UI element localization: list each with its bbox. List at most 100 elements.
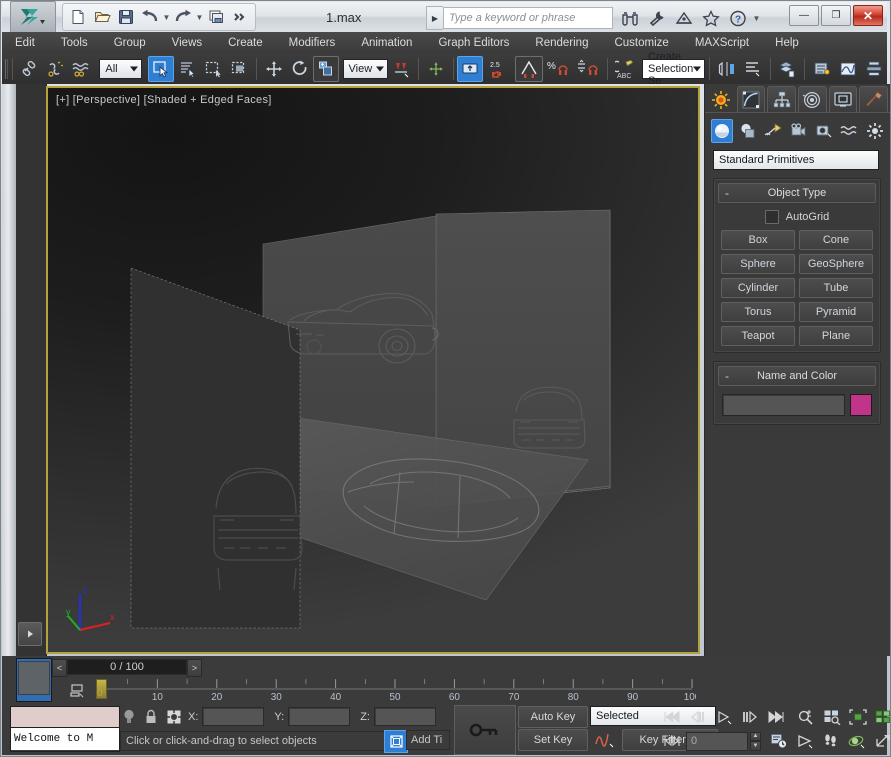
set-key-filters-curve-button[interactable] xyxy=(590,729,620,749)
open-file-button[interactable] xyxy=(91,7,113,27)
space-warps-category-button[interactable] xyxy=(838,119,860,143)
toolbar-grip[interactable] xyxy=(4,57,8,81)
add-time-tag-button[interactable]: Add Ti xyxy=(406,730,450,750)
toggle-scene-explorer-button[interactable] xyxy=(809,56,835,82)
maximize-viewport-toggle-button[interactable] xyxy=(871,730,891,752)
object-type-teapot-button[interactable]: Teapot xyxy=(721,326,795,346)
select-object-button[interactable] xyxy=(148,56,174,82)
close-button[interactable]: ✕ xyxy=(853,5,883,26)
rectangular-selection-region-button[interactable] xyxy=(200,56,226,82)
layer-manager-button[interactable] xyxy=(774,56,800,82)
menu-item-tools[interactable]: Tools xyxy=(48,32,101,54)
orbit-button[interactable] xyxy=(845,730,869,752)
menu-item-rendering[interactable]: Rendering xyxy=(522,32,601,54)
viewport-canvas[interactable]: [+] [Perspective] [Shaded + Edged Faces]… xyxy=(48,88,698,652)
help-dropdown-button[interactable]: ▼ xyxy=(753,8,760,28)
menu-item-create[interactable]: Create xyxy=(215,32,276,54)
maxscript-input-line[interactable] xyxy=(11,707,119,728)
left-scroll-strip[interactable] xyxy=(2,84,17,656)
zoom-extents-button[interactable] xyxy=(846,706,870,728)
angle-snap-toggle-button[interactable]: 2.5 xyxy=(483,56,515,82)
time-configuration-button[interactable] xyxy=(767,730,791,752)
bind-to-space-warp-button[interactable] xyxy=(68,56,94,82)
auto-key-button[interactable]: Auto Key xyxy=(518,706,588,728)
name-and-color-header[interactable]: - Name and Color xyxy=(718,366,876,386)
previous-frame-button[interactable]: < xyxy=(52,659,67,677)
utilities-tab[interactable] xyxy=(859,86,888,112)
select-by-name-button[interactable] xyxy=(174,56,200,82)
redo-dropdown-button[interactable]: ▼ xyxy=(196,7,203,27)
align-button[interactable] xyxy=(740,56,766,82)
hierarchy-tab[interactable] xyxy=(767,86,796,112)
curve-editor-button[interactable] xyxy=(835,56,861,82)
search-dropdown-caret[interactable]: ▶ xyxy=(426,6,443,30)
perspective-viewport[interactable]: [+] [Perspective] [Shaded + Edged Faces]… xyxy=(46,86,700,654)
pan-view-button[interactable] xyxy=(793,730,817,752)
object-type-sphere-button[interactable]: Sphere xyxy=(721,254,795,274)
adaptive-degradation-toggle-button[interactable] xyxy=(384,730,408,753)
new-file-button[interactable] xyxy=(67,7,89,27)
menu-item-graph-editors[interactable]: Graph Editors xyxy=(425,32,522,54)
select-and-link-button[interactable] xyxy=(16,56,42,82)
y-coordinate-input[interactable] xyxy=(288,707,350,726)
viewport-thumbnail[interactable] xyxy=(16,658,52,702)
autodesk-exchange-button[interactable] xyxy=(645,7,669,29)
spinner-snap-toggle-button[interactable] xyxy=(573,56,603,82)
favorites-button[interactable] xyxy=(699,7,723,29)
next-frame-button[interactable] xyxy=(738,706,762,728)
absolute-relative-transform-toggle-button[interactable] xyxy=(164,709,184,725)
helpers-category-button[interactable] xyxy=(813,119,835,143)
zoom-extents-all-button[interactable] xyxy=(872,706,891,728)
display-tab[interactable] xyxy=(829,86,858,112)
systems-category-button[interactable] xyxy=(864,119,886,143)
geometry-category-button[interactable] xyxy=(711,119,733,143)
selection-lock-toggle-button[interactable] xyxy=(142,708,160,726)
zoom-all-button[interactable] xyxy=(820,706,844,728)
go-to-end-button[interactable] xyxy=(764,706,788,728)
object-type-box-button[interactable]: Box xyxy=(721,230,795,250)
autogrid-checkbox[interactable] xyxy=(765,210,779,224)
key-mode-toggle-button[interactable] xyxy=(454,705,516,755)
undo-dropdown-button[interactable]: ▼ xyxy=(163,7,170,27)
snaps-toggle-button[interactable] xyxy=(457,56,483,82)
more-commands-button[interactable] xyxy=(229,7,251,27)
go-to-start-button[interactable] xyxy=(660,706,684,728)
object-type-pyramid-button[interactable]: Pyramid xyxy=(799,302,873,322)
left-strip-expand-button[interactable] xyxy=(18,622,42,646)
subcategory-dropdown[interactable]: Standard Primitives xyxy=(713,150,879,170)
object-type-torus-button[interactable]: Torus xyxy=(721,302,795,322)
walk-through-button[interactable] xyxy=(819,730,843,752)
key-mode-toggle-playback-button[interactable] xyxy=(660,730,684,752)
unlink-selection-button[interactable] xyxy=(42,56,68,82)
search-binoculars-button[interactable] xyxy=(618,7,642,29)
select-and-rotate-button[interactable] xyxy=(287,56,313,82)
communication-center-button[interactable] xyxy=(672,7,696,29)
object-type-tube-button[interactable]: Tube xyxy=(799,278,873,298)
save-file-button[interactable] xyxy=(115,7,137,27)
set-key-button[interactable]: Set Key xyxy=(518,729,588,751)
project-folder-button[interactable] xyxy=(205,7,227,27)
redo-button[interactable] xyxy=(172,7,194,27)
previous-frame-button[interactable] xyxy=(686,706,710,728)
object-type-geosphere-button[interactable]: GeoSphere xyxy=(799,254,873,274)
cameras-category-button[interactable] xyxy=(787,119,809,143)
object-color-swatch[interactable] xyxy=(850,394,872,416)
help-button[interactable]: ? xyxy=(726,7,750,29)
collapse-toggle[interactable]: - xyxy=(725,370,729,382)
open-mini-curve-editor-button[interactable] xyxy=(68,682,86,700)
motion-tab[interactable] xyxy=(798,86,827,112)
reference-coordinate-system-dropdown[interactable]: View xyxy=(343,59,389,79)
zoom-button[interactable] xyxy=(794,706,818,728)
search-input[interactable]: Type a keyword or phrase xyxy=(443,7,613,29)
window-crossing-toggle-button[interactable] xyxy=(226,56,252,82)
object-name-input[interactable] xyxy=(722,394,845,416)
create-tab[interactable] xyxy=(708,87,735,112)
autogrid-row[interactable]: AutoGrid xyxy=(714,210,880,224)
menu-item-edit[interactable]: Edit xyxy=(2,32,48,54)
use-pivot-point-center-button[interactable] xyxy=(388,56,414,82)
lights-category-button[interactable] xyxy=(762,119,784,143)
frame-display[interactable]: 0 / 100 xyxy=(67,659,187,675)
object-type-cylinder-button[interactable]: Cylinder xyxy=(721,278,795,298)
collapse-toggle[interactable]: - xyxy=(725,187,729,199)
menu-item-animation[interactable]: Animation xyxy=(348,32,425,54)
